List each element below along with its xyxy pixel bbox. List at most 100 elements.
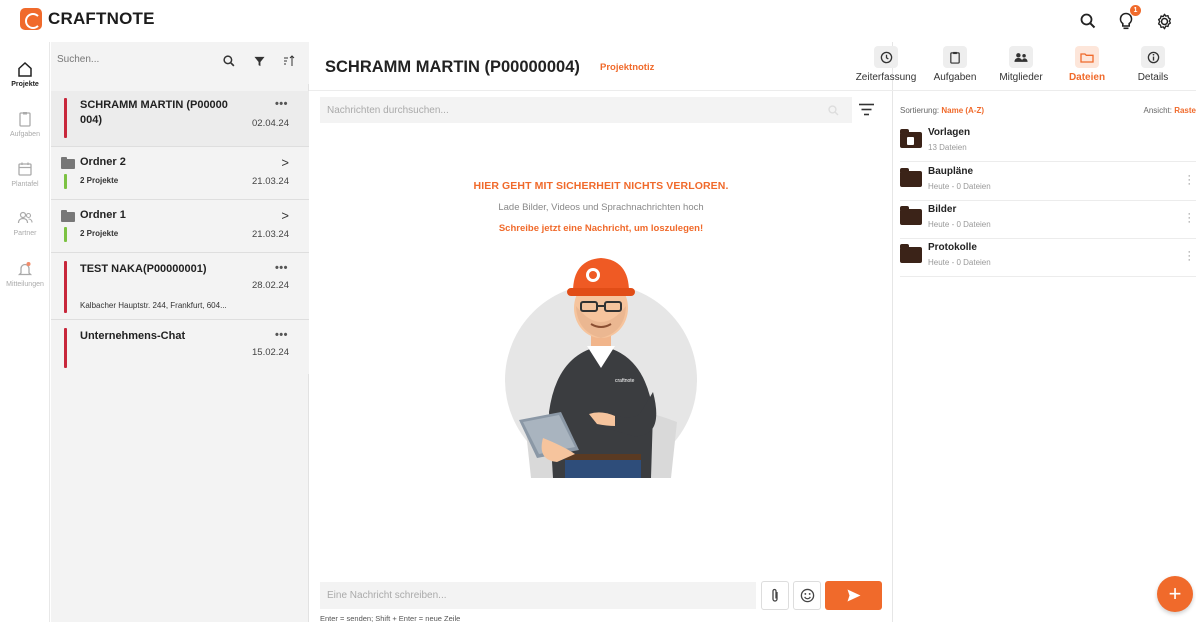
file-item-protokolle[interactable]: Protokolle Heute - 0 Dateien ··· [900,238,1196,277]
project-title: TEST NAKA(P00000001) [80,262,207,277]
folder-meta: 13 Dateien [928,143,967,152]
folder-status-bar [64,174,67,189]
sort-value: Name (A-Z) [941,106,984,115]
tab-dateien[interactable]: Dateien [1054,46,1120,83]
home-icon [16,60,34,78]
message-search-input[interactable] [320,97,852,123]
folder-icon [61,159,75,169]
empty-state-cta: Schreibe jetzt eine Nachricht, um loszul… [310,223,892,234]
smiley-icon [800,588,815,603]
clipboard-icon [943,46,967,68]
search-icon[interactable] [828,103,839,121]
project-title: Unternehmens-Chat [80,329,185,344]
folder-name: Vorlagen [928,127,970,138]
lightbulb-icon[interactable]: 1 [1114,9,1138,33]
top-bar: CRAFTNOTE 1 [0,0,1196,42]
folder-name: Baupläne [928,166,973,177]
search-icon[interactable] [223,54,235,72]
nav-projekte[interactable]: Projekte [0,60,50,88]
members-icon [1009,46,1033,68]
folder-date: 21.03.24 [252,176,289,187]
more-vertical-icon[interactable]: ··· [1187,250,1191,262]
nav-label: Mitteilungen [6,281,44,288]
folder-title: Ordner 2 [80,155,126,170]
info-icon [1141,46,1165,68]
view-label: Ansicht: [1144,106,1172,115]
nav-label: Projekte [11,81,39,88]
sort-control[interactable]: Sortierung: Name (A-Z) [900,106,984,115]
folder-name: Protokolle [928,242,977,253]
notification-badge: 1 [1130,5,1141,16]
folder-icon [900,209,922,225]
tab-label: Zeiterfassung [856,72,917,83]
craftsman-illustration: craftnote [503,242,699,478]
svg-text:craftnote: craftnote [615,378,635,384]
clipboard-icon [16,110,34,128]
template-folder-icon [900,132,922,148]
project-item-schramm[interactable]: SCHRAMM MARTIN (P00000 004) ••• 02.04.24 [51,91,309,147]
project-address: Kalbacher Hauptstr. 244, Frankfurt, 604.… [80,301,227,310]
filter-icon[interactable] [254,54,265,72]
left-navigation: Projekte Aufgaben Plantafel Partner Mitt… [0,42,50,622]
project-search-input[interactable] [57,54,207,65]
more-options-icon[interactable]: ••• [275,329,288,341]
tab-mitglieder[interactable]: Mitglieder [988,46,1054,83]
tab-details[interactable]: Details [1120,46,1186,83]
nav-label: Partner [14,230,37,237]
folder-icon [1075,46,1099,68]
message-compose-input[interactable] [320,582,756,609]
folder-icon [61,212,75,222]
project-item-unternehmens-chat[interactable]: Unternehmens-Chat ••• 15.02.24 [51,320,309,374]
folder-subtitle: 2 Projekte [80,229,118,238]
tab-aufgaben[interactable]: Aufgaben [922,46,988,83]
file-item-bilder[interactable]: Bilder Heute - 0 Dateien ··· [900,200,1196,239]
calendar-icon [16,160,34,178]
add-file-button[interactable]: + [1157,576,1193,612]
project-search-bar [51,42,309,84]
send-button[interactable] [825,581,882,610]
folder-icon [900,247,922,263]
nav-mitteilungen[interactable]: Mitteilungen [0,260,50,288]
sort-label: Sortierung: [900,106,939,115]
craftnote-logo-icon [20,8,42,30]
more-vertical-icon[interactable]: ··· [1187,174,1191,186]
nav-label: Aufgaben [10,131,40,138]
folder-name: Bilder [928,204,956,215]
app-name: CRAFTNOTE [48,9,155,29]
file-item-bauplaene[interactable]: Baupläne Heute - 0 Dateien ··· [900,162,1196,201]
project-title: SCHRAMM MARTIN (P00000 004) [80,98,228,128]
folder-item-ordner-1[interactable]: Ordner 1 > 2 Projekte 21.03.24 [51,200,309,253]
panel-tabs: Zeiterfassung Aufgaben Mitglieder Dateie… [853,46,1196,94]
attach-button[interactable] [761,581,789,610]
folder-meta: Heute - 0 Dateien [928,220,991,229]
view-control[interactable]: Ansicht: Raste [1144,106,1196,115]
project-list-panel: SCHRAMM MARTIN (P00000 004) ••• 02.04.24… [51,42,309,622]
app-logo[interactable]: CRAFTNOTE [20,8,155,30]
project-status-bar [64,261,67,313]
folder-icon [900,171,922,187]
search-icon[interactable] [1076,9,1100,33]
folder-meta: Heute - 0 Dateien [928,182,991,191]
more-vertical-icon[interactable]: ··· [1187,212,1191,224]
sort-icon[interactable] [283,54,295,72]
tab-label: Dateien [1069,72,1105,83]
more-options-icon[interactable]: ••• [275,262,288,274]
folder-item-ordner-2[interactable]: Ordner 2 > 2 Projekte 21.03.24 [51,147,309,200]
chat-tag: Projektnotiz [600,62,654,73]
more-options-icon[interactable]: ••• [275,98,288,110]
project-item-test-naka[interactable]: TEST NAKA(P00000001) ••• 28.02.24 Kalbac… [51,253,309,320]
project-status-bar [64,98,67,138]
nav-partner[interactable]: Partner [0,209,50,237]
filter-lines-icon[interactable] [859,103,874,121]
nav-plantafel[interactable]: Plantafel [0,160,50,188]
emoji-button[interactable] [793,581,821,610]
nav-aufgaben[interactable]: Aufgaben [0,110,50,138]
folder-title: Ordner 1 [80,208,126,223]
file-item-vorlagen[interactable]: Vorlagen 13 Dateien [900,123,1196,162]
tab-label: Mitglieder [999,72,1042,83]
chat-panel: SCHRAMM MARTIN (P00000004) Projektnotiz … [310,42,892,622]
people-icon [16,209,34,227]
project-date: 28.02.24 [252,280,289,291]
tab-zeiterfassung[interactable]: Zeiterfassung [853,46,919,83]
gear-icon[interactable] [1152,9,1176,33]
